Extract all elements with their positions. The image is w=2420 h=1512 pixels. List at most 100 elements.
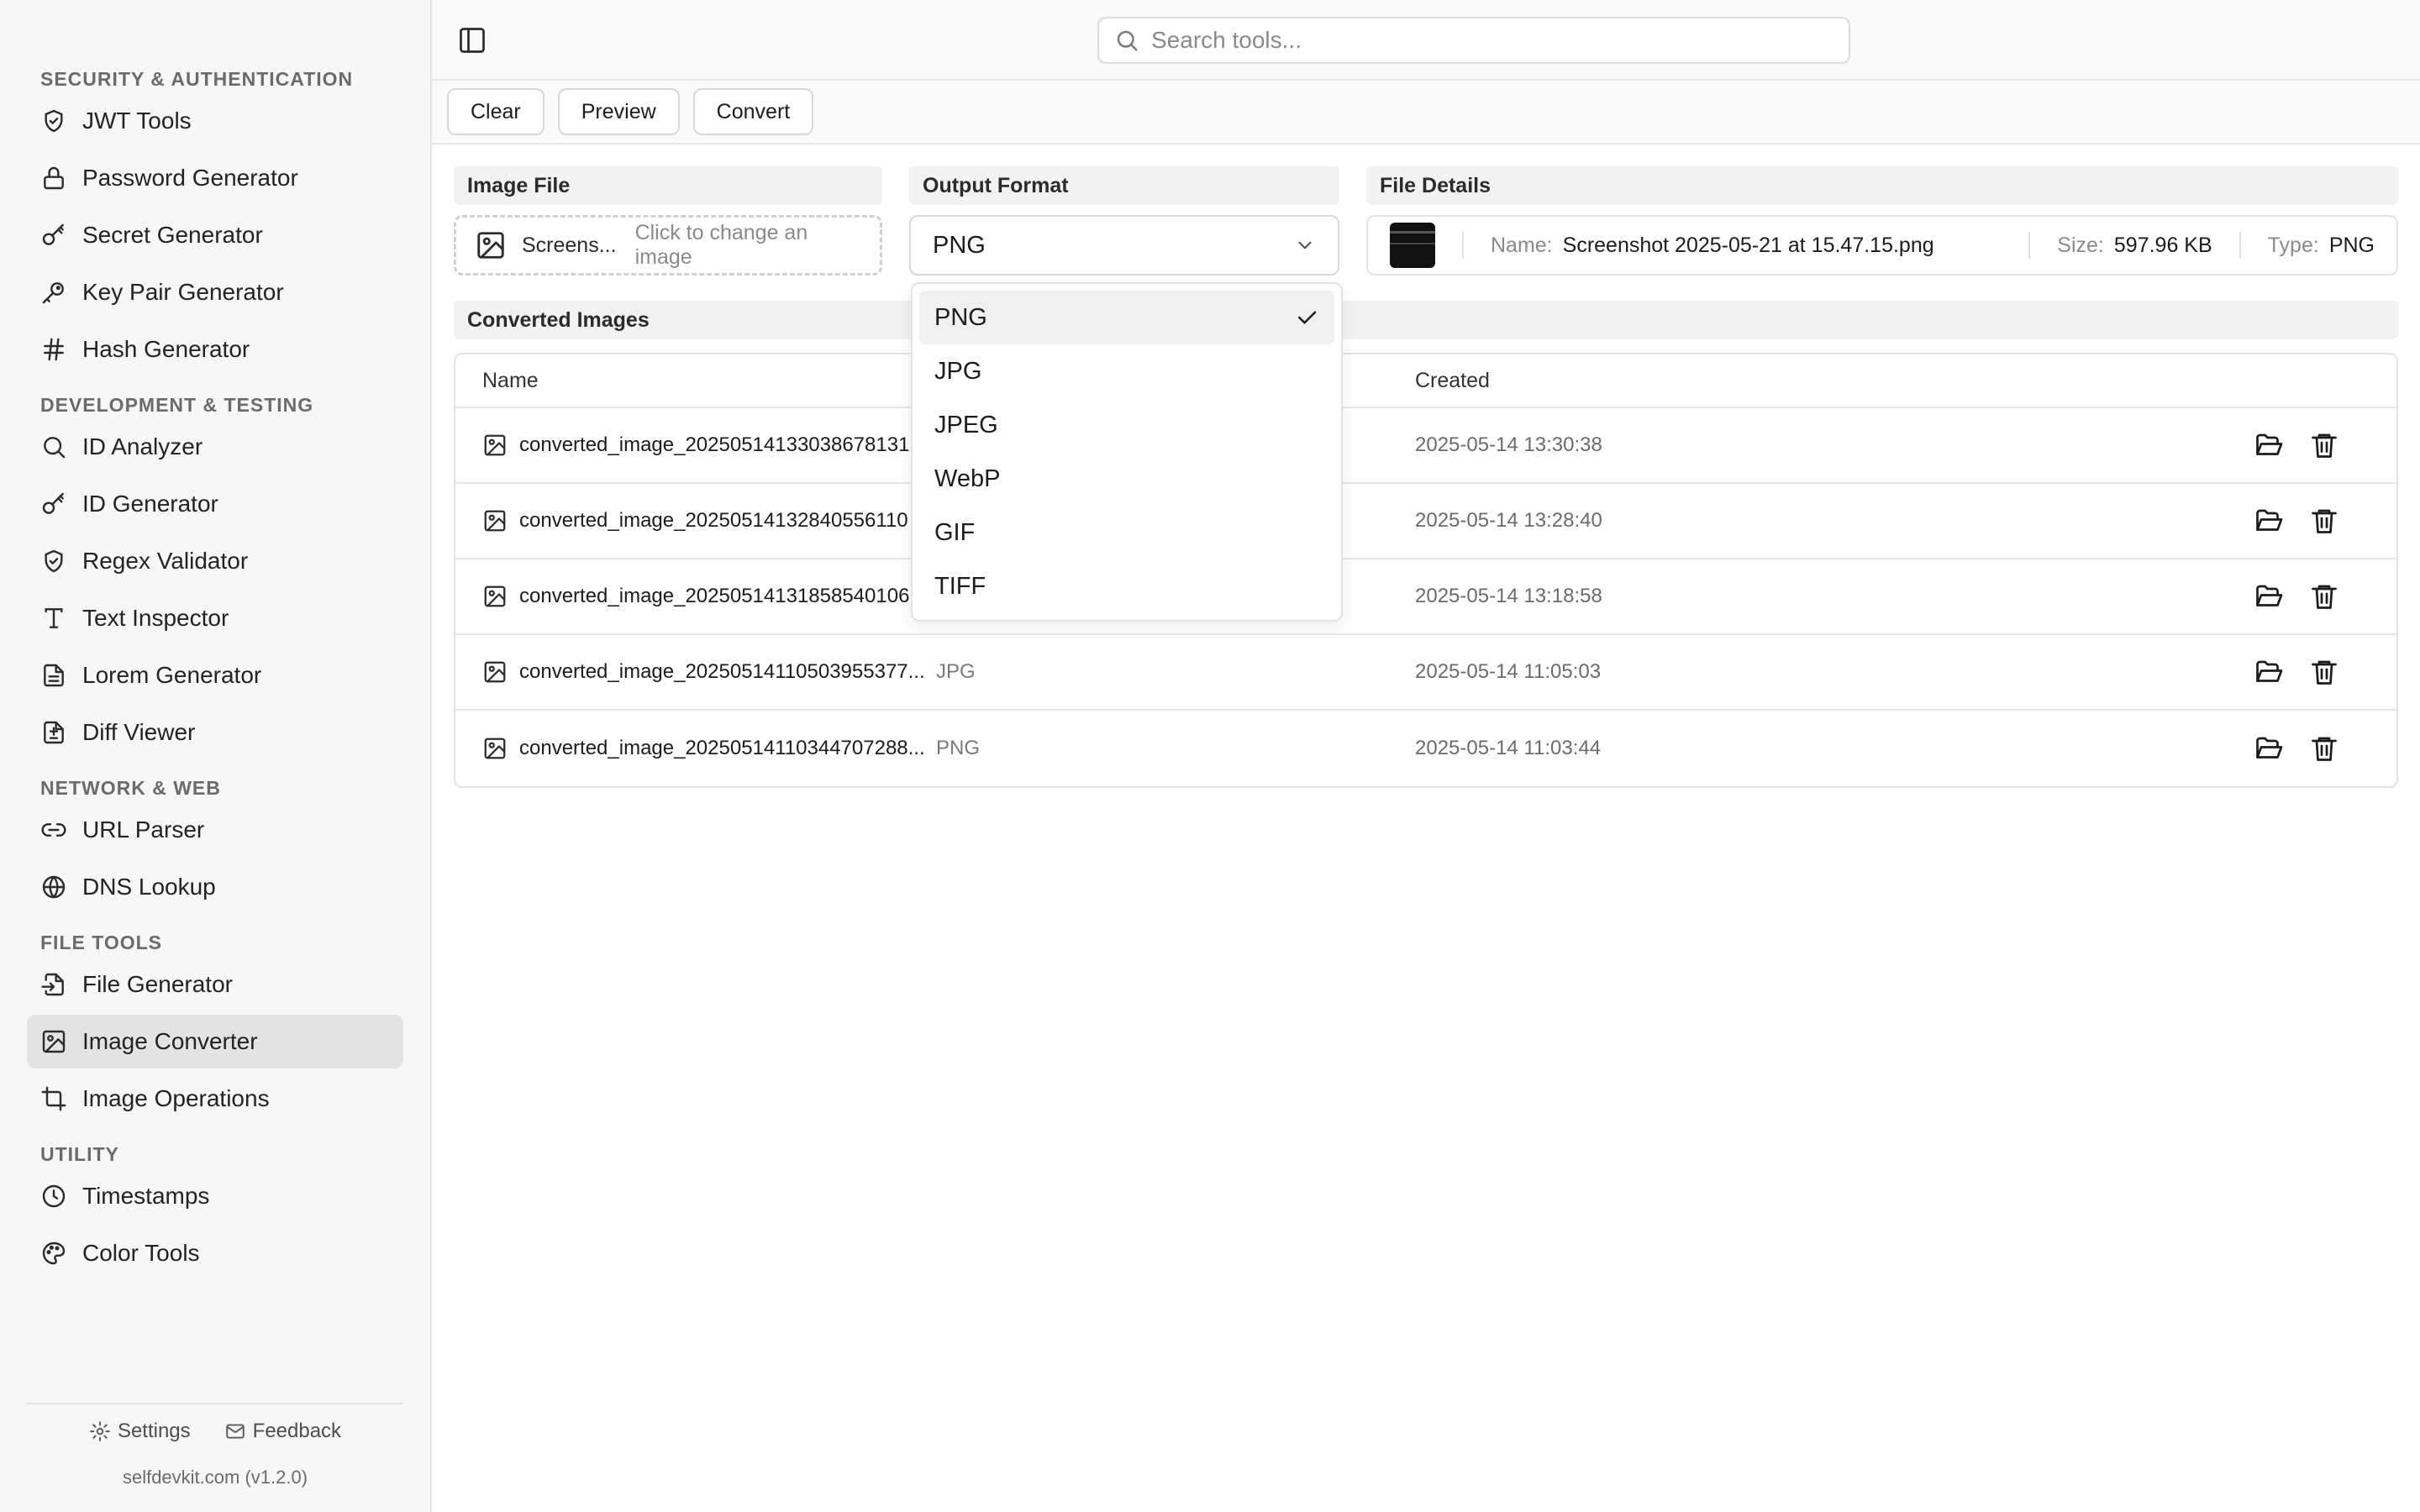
format-option-webp[interactable]: WebP [919,452,1334,506]
selected-file-name: Screens... [522,233,617,257]
hash-icon [40,336,67,363]
sidebar-footer: Settings Feedback selfdevkit.com (v1.2.0… [27,1403,403,1512]
convert-button[interactable]: Convert [692,88,814,135]
file-type: JPG [936,660,976,683]
sidebar-item-image-converter[interactable]: Image Converter [27,1015,403,1068]
file-details-group: File Details Name: Screenshot 2025-05-21… [1366,166,2398,276]
created-date: 2025-05-14 13:28:40 [1415,509,1602,532]
size-value: 597.96 KB [2113,233,2212,257]
row-name-cell: converted_image_20250514132840556110 [455,508,936,533]
row-name-cell: converted_image_20250514131858540106 [455,584,936,609]
trash-icon[interactable] [2309,430,2339,460]
image-file-label: Image File [454,166,882,205]
file-name: converted_image_20250514110344707288... [519,737,925,759]
column-header-name: Name [482,368,539,392]
sidebar-item-jwt-tools[interactable]: JWT Tools [27,94,403,148]
check-icon [1294,305,1319,330]
option-label: WebP [934,465,1001,492]
sidebar-item-label: URL Parser [82,816,205,843]
row-name-cell: converted_image_20250514133038678131 [455,433,936,458]
image-icon [482,508,508,533]
image-icon [482,584,508,609]
folder-open-icon[interactable] [2254,430,2284,460]
format-option-png[interactable]: PNG [919,291,1334,344]
created-date: 2025-05-14 13:18:58 [1415,585,1602,607]
type-value: PNG [2328,233,2375,257]
sidebar-toggle-icon[interactable] [457,25,487,55]
sidebar-item-password-generator[interactable]: Password Generator [27,151,403,205]
section-title: NETWORK & WEB [40,777,221,799]
trash-icon[interactable] [2309,581,2339,612]
mail-icon [224,1420,246,1442]
sidebar-item-image-operations[interactable]: Image Operations [27,1072,403,1126]
format-option-jpeg[interactable]: JPEG [919,398,1334,452]
sidebar-item-id-analyzer[interactable]: ID Analyzer [27,420,403,474]
table-header: Name Created [455,354,2396,408]
sidebar-item-lorem-generator[interactable]: Lorem Generator [27,648,403,702]
sidebar-item-secret-generator[interactable]: Secret Generator [27,208,403,262]
type-icon [40,605,67,632]
folder-open-icon[interactable] [2254,733,2284,764]
sidebar-section-file-tools: FILE TOOLS File Generator Image Converte… [0,924,430,1126]
trash-icon[interactable] [2309,657,2339,687]
table-row: converted_image_20250514133038678131 202… [455,408,2396,484]
output-format-group: Output Format PNG [909,166,1339,276]
table-row: converted_image_20250514110503955377... … [455,635,2396,711]
sidebar-item-label: Key Pair Generator [82,279,284,305]
folder-open-icon[interactable] [2254,657,2284,687]
option-label: PNG [934,303,987,331]
search-input[interactable] [1151,27,1833,54]
image-dropzone[interactable]: Screens... Click to change an image [454,215,882,276]
search-box[interactable] [1097,17,1850,64]
folder-open-icon[interactable] [2254,506,2284,536]
format-option-tiff[interactable]: TIFF [919,559,1334,613]
divider [2238,232,2241,259]
key-round-icon [40,279,67,306]
trash-icon[interactable] [2309,506,2339,536]
output-format-select[interactable]: PNG [909,215,1339,276]
sidebar-item-file-generator[interactable]: File Generator [27,958,403,1011]
sidebar-item-label: Secret Generator [82,222,263,248]
clear-button[interactable]: Clear [447,88,544,135]
palette-icon [40,1240,67,1267]
link-icon [40,816,67,843]
format-option-gif[interactable]: GIF [919,506,1334,559]
sidebar-item-timestamps[interactable]: Timestamps [27,1169,403,1223]
sidebar-item-label: Diff Viewer [82,719,196,745]
section-title: UTILITY [40,1143,119,1165]
sidebar-item-key-pair-generator[interactable]: Key Pair Generator [27,265,403,319]
settings-link[interactable]: Settings [89,1420,191,1443]
section-title: DEVELOPMENT & TESTING [40,394,314,416]
sidebar-item-hash-generator[interactable]: Hash Generator [27,323,403,376]
option-label: JPEG [934,411,998,438]
sidebar-item-color-tools[interactable]: Color Tools [27,1226,403,1280]
sidebar-item-label: File Generator [82,971,233,997]
image-icon [40,1028,67,1055]
sidebar-item-text-inspector[interactable]: Text Inspector [27,591,403,645]
trash-icon[interactable] [2309,733,2339,764]
sidebar-item-label: Image Operations [82,1085,270,1111]
format-option-jpg[interactable]: JPG [919,344,1334,398]
sidebar-item-url-parser[interactable]: URL Parser [27,803,403,857]
clock-icon [40,1183,67,1210]
sidebar-item-label: Regex Validator [82,548,249,574]
sidebar-item-diff-viewer[interactable]: Diff Viewer [27,706,403,759]
sidebar-item-label: Password Generator [82,165,298,191]
row-actions [2254,430,2396,460]
sidebar-item-id-generator[interactable]: ID Generator [27,477,403,531]
preview-button[interactable]: Preview [557,88,680,135]
feedback-link[interactable]: Feedback [224,1420,341,1443]
image-thumbnail [1390,223,1435,268]
row-actions [2254,733,2396,764]
sidebar-item-dns-lookup[interactable]: DNS Lookup [27,860,403,914]
sidebar-item-label: ID Analyzer [82,433,203,459]
output-format-label: Output Format [909,166,1339,205]
sidebar-item-regex-validator[interactable]: Regex Validator [27,534,403,588]
file-name: converted_image_20250514133038678131 [519,433,910,456]
file-name: converted_image_20250514110503955377... [519,660,925,683]
chevron-down-icon [1294,234,1316,256]
key-icon [40,491,67,517]
sidebar-item-label: DNS Lookup [82,874,216,900]
folder-open-icon[interactable] [2254,581,2284,612]
file-name: converted_image_20250514132840556110 [519,509,908,532]
